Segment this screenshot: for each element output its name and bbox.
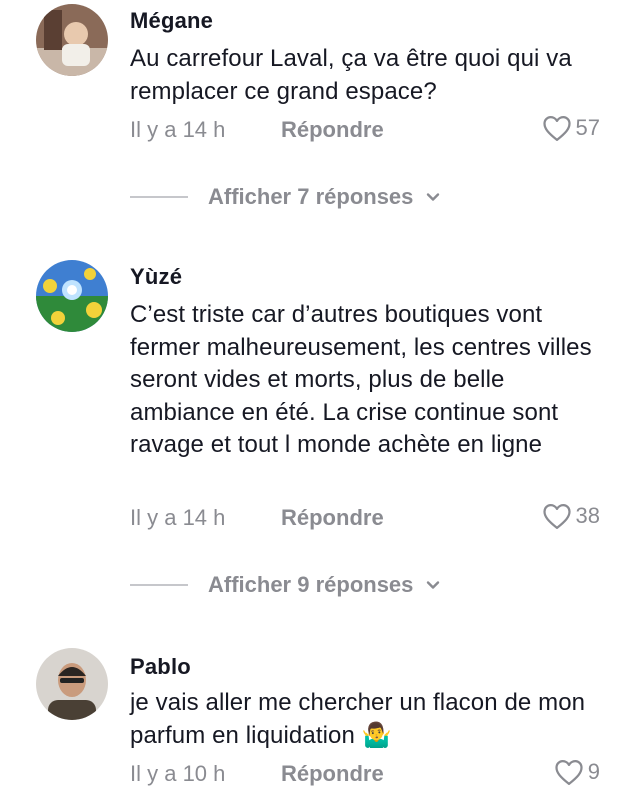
comment-username[interactable]: Mégane	[130, 8, 213, 34]
like-button[interactable]: 57	[542, 114, 600, 142]
like-button[interactable]: 38	[542, 502, 600, 530]
heart-icon	[555, 760, 583, 785]
like-count: 57	[575, 115, 600, 140]
view-replies-label: Afficher 7 réponses	[208, 184, 414, 209]
avatar[interactable]	[36, 4, 108, 76]
comment-username[interactable]: Yùzé	[130, 264, 182, 290]
like-count: 38	[575, 503, 600, 528]
reply-button[interactable]: Répondre	[281, 505, 384, 531]
comment-text: je vais aller me chercher un flacon de m…	[130, 689, 586, 749]
comment-timestamp: Il y a 14 h	[130, 117, 226, 142]
chevron-down-icon	[427, 581, 440, 589]
avatar[interactable]	[36, 260, 108, 332]
avatar[interactable]	[36, 648, 108, 720]
comment-username[interactable]: Pablo	[130, 654, 191, 680]
chevron-down-icon	[427, 193, 440, 201]
divider-line	[130, 196, 188, 198]
comment-text: Au carrefour Laval, ça va être quoi qui …	[130, 45, 572, 105]
like-button[interactable]: 9	[554, 758, 600, 786]
heart-icon	[542, 116, 571, 141]
comment-text: C’est triste car d’autres boutiques vont…	[130, 301, 592, 458]
like-count: 9	[587, 759, 600, 784]
comment-timestamp: Il y a 10 h	[130, 761, 226, 786]
heart-icon	[542, 504, 571, 529]
reply-button[interactable]: Répondre	[281, 761, 384, 787]
view-replies-button[interactable]: Afficher 7 réponses	[130, 184, 443, 210]
divider-line	[130, 584, 188, 586]
reply-button[interactable]: Répondre	[281, 117, 384, 143]
view-replies-button[interactable]: Afficher 9 réponses	[130, 572, 443, 598]
view-replies-label: Afficher 9 réponses	[208, 572, 414, 597]
comment-timestamp: Il y a 14 h	[130, 505, 226, 530]
